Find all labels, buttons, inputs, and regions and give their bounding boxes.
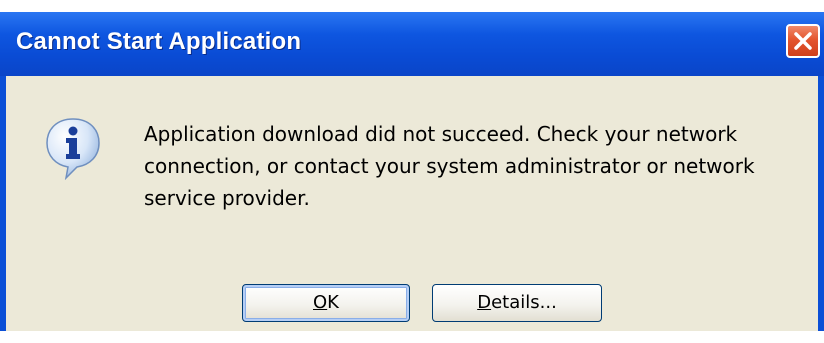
message-text: Application download did not succeed. Ch… bbox=[144, 122, 755, 210]
ok-button[interactable]: OK bbox=[242, 284, 410, 322]
close-button[interactable] bbox=[786, 24, 820, 58]
information-icon bbox=[46, 118, 100, 180]
title-bar[interactable]: Cannot Start Application bbox=[0, 12, 824, 76]
details-button-label: etails... bbox=[491, 292, 557, 313]
dialog-window: Cannot Start Application Application dow… bbox=[0, 12, 824, 331]
ok-button-label: K bbox=[327, 292, 339, 313]
ok-button-mnemonic: O bbox=[313, 292, 328, 313]
window-title: Cannot Start Application bbox=[16, 28, 302, 55]
details-button[interactable]: Details... bbox=[432, 284, 602, 322]
dialog-body: Application download did not succeed. Ch… bbox=[6, 76, 818, 331]
details-button-mnemonic: D bbox=[477, 292, 492, 313]
close-icon bbox=[794, 32, 812, 50]
